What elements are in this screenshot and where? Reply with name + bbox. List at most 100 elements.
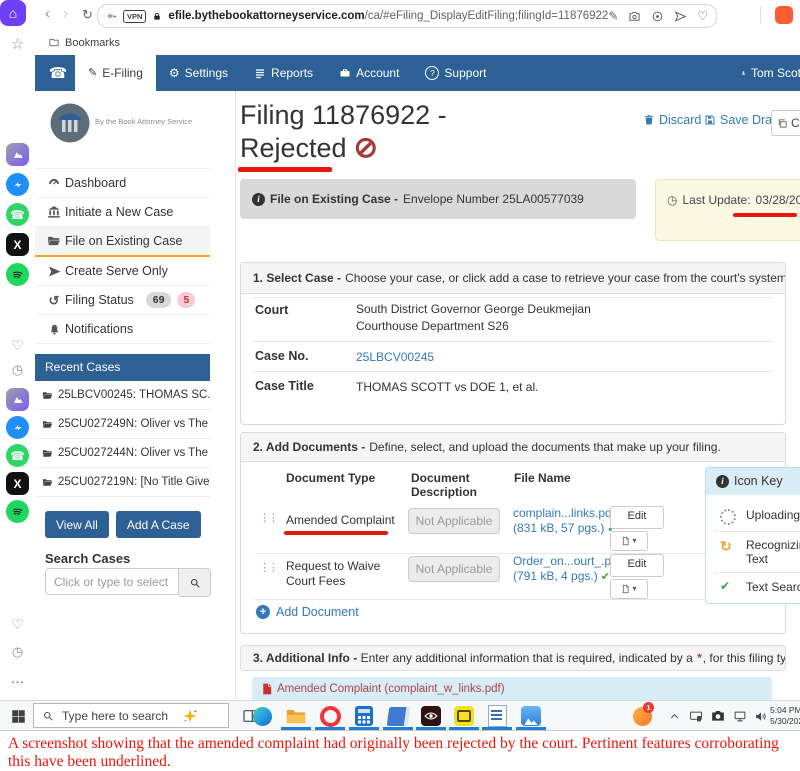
add-a-case-button[interactable]: Add A Case (116, 511, 201, 538)
spotify-icon[interactable] (6, 500, 29, 523)
bookmarks-label[interactable]: Bookmarks (65, 37, 120, 49)
sidebar-item-file-on-existing-case[interactable]: File on Existing Case (35, 227, 210, 257)
document-type-value: Request to Waive Court Fees (286, 559, 401, 589)
file-meta: (791 kB, 4 pgs.)✔ (513, 569, 610, 584)
drag-handle-icon[interactable]: ⋮⋮ (259, 561, 277, 574)
extension-icon[interactable] (775, 6, 793, 24)
sidebar-item-initiate-new-case[interactable]: Initiate a New Case (35, 198, 210, 227)
back-icon[interactable]: ‹ (45, 6, 50, 21)
edit-document-button[interactable]: Edit (610, 554, 664, 577)
spotify-icon[interactable] (6, 263, 29, 286)
edge-icon[interactable] (250, 704, 274, 728)
x-app-icon[interactable]: X (6, 472, 29, 495)
bookmarks-folder-icon[interactable] (48, 37, 60, 48)
edit-document-button[interactable]: Edit (610, 506, 664, 529)
recent-case-item[interactable]: 25CU027244N: Oliver vs The ... (35, 439, 210, 468)
taskbar-clock[interactable]: 5:04 PM 5/30/2025 (770, 705, 799, 727)
tab-account[interactable]: Account (326, 55, 412, 91)
heart-panel-icon[interactable]: ♡ (0, 616, 35, 632)
case-no-link[interactable]: 25LBCV00245 (356, 349, 656, 366)
word-app-icon[interactable] (485, 704, 509, 728)
reload-icon[interactable]: ↻ (82, 8, 93, 21)
search-cases-input[interactable] (45, 568, 179, 595)
case-folder-icon (42, 419, 53, 430)
tray-cast-icon[interactable] (684, 704, 708, 728)
tray-chevron-up-icon[interactable] (662, 704, 686, 728)
address-bar-actions: ✎ ♡ (608, 10, 717, 23)
discard-label: Discard (659, 113, 701, 127)
view-all-button[interactable]: View All (45, 511, 109, 538)
address-bar[interactable]: VPN efile.bythebookattorneyservice.com/c… (97, 4, 717, 28)
url-path: /ca/#eFiling_DisplayEditFiling;filingId=… (365, 10, 609, 22)
copy-filing-button[interactable]: Co (771, 110, 800, 136)
document-options-dropdown[interactable]: ▾ (610, 579, 648, 599)
recent-case-item[interactable]: 25CU027249N: Oliver vs The ... (35, 410, 210, 439)
whatsapp-icon[interactable]: ☎ (6, 444, 29, 467)
icon-key-title: Icon Key (734, 468, 783, 495)
launcher-app-icon[interactable] (6, 143, 29, 166)
sidebar-item-filing-status[interactable]: ↺ Filing Status 69 5 (35, 286, 210, 315)
heart-panel-icon[interactable]: ♡ (0, 337, 35, 353)
messenger-icon[interactable] (6, 173, 29, 196)
sidebar-item-create-serve-only[interactable]: Create Serve Only (35, 257, 210, 286)
bookmark-heart-icon[interactable]: ♡ (697, 10, 708, 22)
url-text: efile.bythebookattorneyservice.com/ca/#e… (168, 10, 608, 22)
sidebar-item-dashboard[interactable]: Dashboard (35, 168, 210, 198)
user-menu[interactable]: Tom Scot (741, 55, 800, 91)
edit-page-icon[interactable]: ✎ (608, 10, 618, 22)
paper-plane-icon (43, 265, 65, 278)
courthouse-icon (43, 205, 65, 219)
icon-key-label: Recognizing Text (746, 538, 800, 566)
easy-setup-star-icon[interactable]: ☆ (0, 36, 35, 53)
case-label: 25CU027244N: Oliver vs The ... (58, 447, 210, 459)
additional-info-title: 3. Additional Info - (253, 651, 357, 665)
additional-info-attachment[interactable]: Amended Complaint (complaint_w_links.pdf… (252, 677, 772, 700)
caret-down-icon: ▾ (632, 585, 636, 593)
taskbar-search-input[interactable] (60, 708, 182, 724)
browser-home-icon[interactable]: ⌂ (0, 0, 26, 26)
open-app-indicator (449, 727, 479, 730)
snapshot-camera-icon[interactable] (628, 10, 641, 23)
save-draft-button[interactable]: Save Draft (704, 113, 779, 127)
sidebar-item-notifications[interactable]: Notifications (35, 315, 210, 344)
calculator-icon[interactable] (352, 704, 376, 728)
whatsapp-icon[interactable]: ☎ (6, 203, 29, 226)
tab-settings[interactable]: ⚙ Settings (156, 55, 241, 91)
file-name-link[interactable]: Order_on...ourt_.pdf (513, 554, 621, 569)
case-folder-icon (42, 448, 53, 459)
x-app-icon[interactable]: X (6, 233, 29, 256)
clock-date: 5/30/2025 (770, 716, 799, 727)
tray-camera-icon[interactable] (706, 704, 730, 728)
vpn-badge[interactable]: VPN (123, 10, 146, 23)
search-cases-button[interactable] (179, 568, 211, 597)
recent-case-item[interactable]: 25LBCV00245: THOMAS SC... (35, 381, 210, 410)
add-document-button[interactable]: + Add Document (256, 605, 359, 619)
start-button[interactable] (6, 704, 30, 728)
recent-case-item[interactable]: 25CU027219N: [No Title Given] (35, 468, 210, 497)
send-to-device-icon[interactable] (674, 10, 687, 23)
eye-app-icon[interactable] (419, 704, 443, 728)
messenger-icon[interactable] (6, 416, 29, 439)
discard-button[interactable]: Discard (643, 113, 701, 127)
photos-app-icon[interactable] (519, 704, 543, 728)
taskbar-search-box[interactable] (33, 703, 229, 728)
site-settings-key-icon[interactable] (107, 11, 117, 21)
launcher-app-icon[interactable] (6, 388, 29, 411)
notebook-app-icon[interactable] (386, 704, 410, 728)
clock-time: 5:04 PM (770, 705, 799, 716)
opera-icon[interactable] (318, 704, 342, 728)
file-name-link[interactable]: complain...links.pdf (513, 506, 615, 521)
forward-icon[interactable]: › (63, 6, 68, 21)
pdf-app-icon[interactable] (452, 704, 476, 728)
drag-handle-icon[interactable]: ⋮⋮ (259, 511, 277, 524)
tab-efiling[interactable]: ✎ E-Filing (75, 55, 156, 91)
history-panel-icon[interactable]: ◷ (0, 362, 35, 377)
tab-reports[interactable]: Reports (241, 55, 326, 91)
rail-overflow-icon[interactable]: … (0, 670, 35, 686)
file-explorer-icon[interactable] (284, 704, 308, 728)
tab-support[interactable]: ? Support (412, 55, 499, 91)
document-options-dropdown[interactable]: ▾ (610, 531, 648, 551)
history-panel-icon[interactable]: ◷ (0, 644, 35, 659)
phone-icon[interactable]: ☎ (43, 55, 73, 91)
pin-target-icon[interactable] (651, 10, 664, 23)
